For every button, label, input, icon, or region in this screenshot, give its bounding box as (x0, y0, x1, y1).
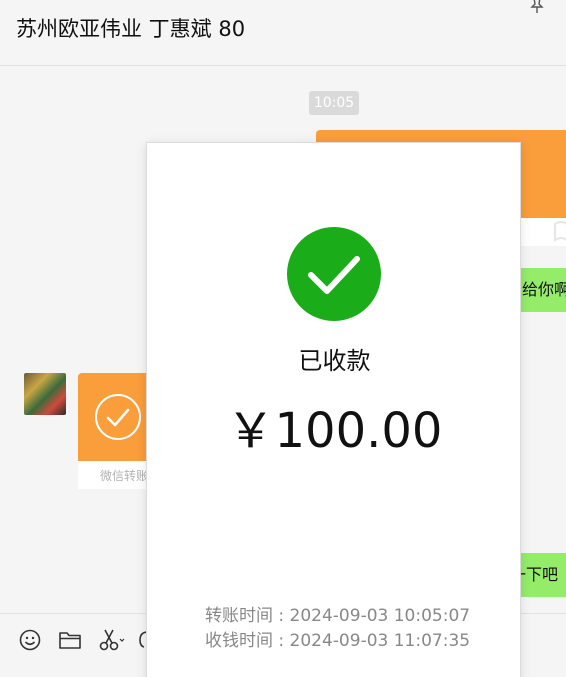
transfer-status: 已收款 (298, 347, 371, 375)
transfer-amount: ￥100.00 (226, 403, 443, 459)
contact-avatar[interactable] (24, 373, 66, 415)
transfer-time: 转账时间 : 2024-09-03 10:05:07 (205, 606, 471, 626)
chat-title: 苏州欧亚伟业 丁惠斌 80 (16, 17, 246, 41)
transfer-watermark-icon (554, 221, 566, 242)
folder-icon[interactable] (58, 628, 82, 652)
emoji-icon[interactable] (18, 628, 42, 652)
success-check-icon (287, 227, 381, 321)
message-timestamp: 10:05 (309, 91, 359, 115)
chat-header: 苏州欧亚伟业 丁惠斌 80 (0, 0, 566, 66)
receive-time: 收钱时间 : 2024-09-03 11:07:35 (205, 631, 471, 651)
incoming-transfer-label: 微信转账 (100, 469, 149, 483)
pin-icon[interactable] (528, 0, 546, 14)
transfer-detail-dialog: 已收款 ￥100.00 转账时间 : 2024-09-03 10:05:07 收… (146, 142, 521, 677)
transfer-received-check-icon (95, 394, 141, 440)
screenshot-scissors-icon[interactable] (98, 628, 126, 652)
